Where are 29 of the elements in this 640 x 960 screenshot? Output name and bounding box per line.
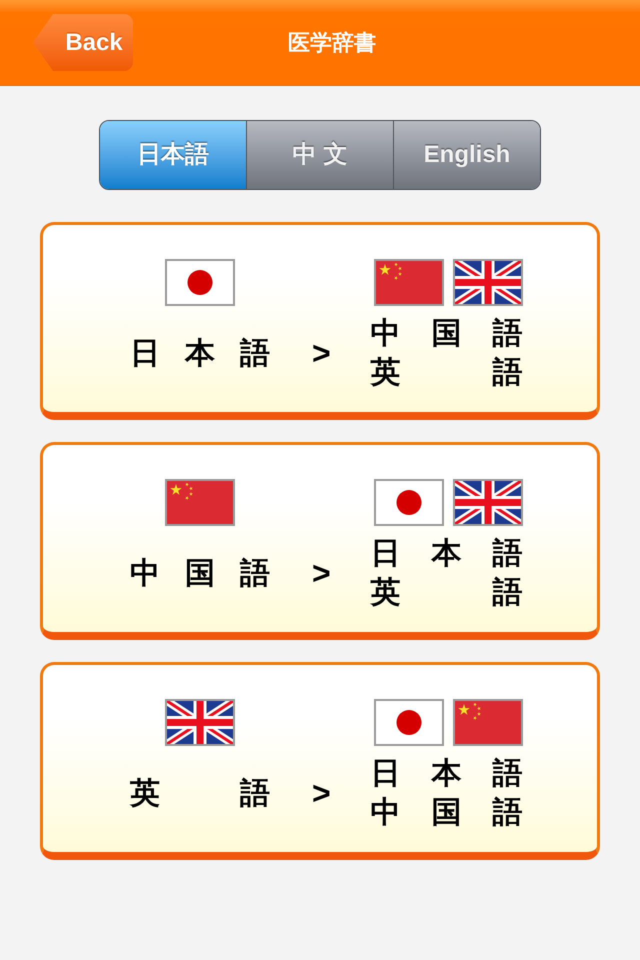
back-button[interactable]: Back xyxy=(33,14,133,71)
target-language: 日本語 xyxy=(370,536,523,572)
language-tab[interactable]: 日本語 xyxy=(100,121,246,189)
language-tab[interactable]: English xyxy=(393,121,540,189)
target-language: 中国語 xyxy=(370,795,523,831)
language-tab[interactable]: 中 文 xyxy=(246,121,393,189)
source-language: 日本語 xyxy=(130,336,270,372)
page-title: 医学辞書 xyxy=(288,29,376,57)
source-language: 中国語 xyxy=(130,556,270,592)
japan-flag-icon xyxy=(165,259,235,306)
china-flag-icon xyxy=(165,479,235,526)
language-pair-card[interactable]: 日本語 > 中国語 英語 xyxy=(40,222,600,420)
target-language: 中国語 xyxy=(370,316,523,352)
union-jack-flag-icon xyxy=(452,259,523,306)
language-pair-card[interactable]: 英語 > 日本語 中国語 xyxy=(40,662,600,860)
japan-flag-icon xyxy=(374,479,444,526)
china-flag-icon xyxy=(452,699,523,746)
target-language: 日本語 xyxy=(370,756,523,792)
source-language: 英語 xyxy=(130,776,270,812)
direction-symbol: > xyxy=(312,337,331,369)
union-jack-flag-icon xyxy=(165,699,235,746)
china-flag-icon xyxy=(374,259,444,306)
union-jack-flag-icon xyxy=(452,479,523,526)
japan-flag-icon xyxy=(374,699,444,746)
direction-symbol: > xyxy=(312,557,331,589)
target-language: 英語 xyxy=(370,575,523,611)
language-pair-card[interactable]: 中国語 > 日本語 英語 xyxy=(40,442,600,640)
direction-symbol: > xyxy=(312,777,331,809)
target-language: 英語 xyxy=(370,355,523,391)
